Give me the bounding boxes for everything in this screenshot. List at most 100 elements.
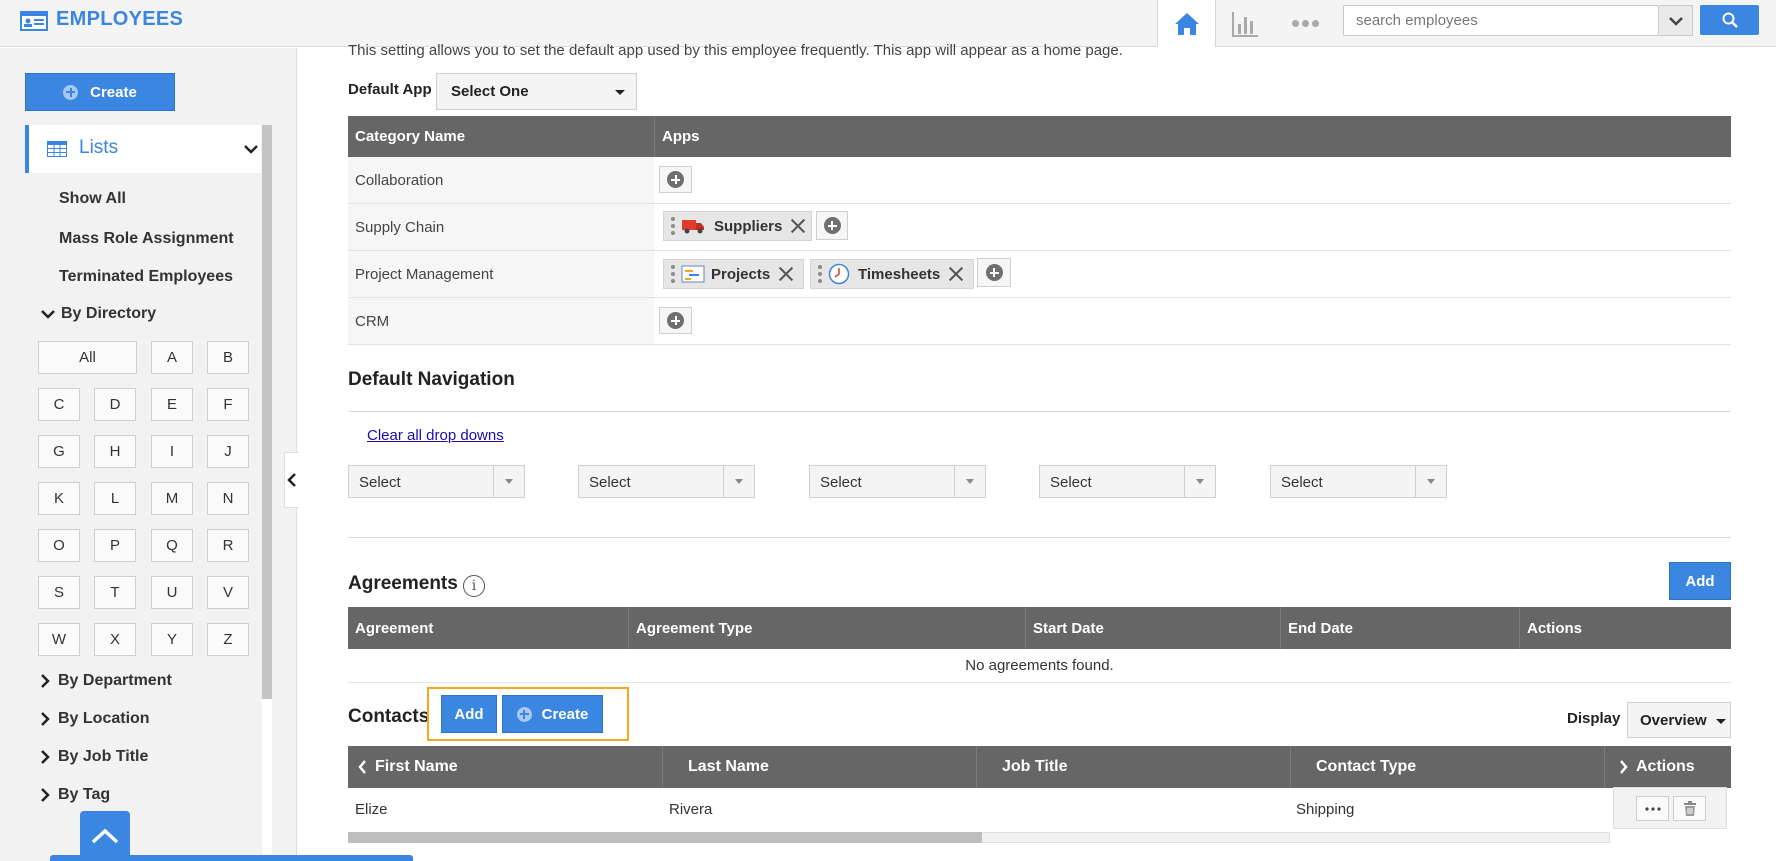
directory-letter-p[interactable]: P — [94, 529, 136, 562]
add-app-button[interactable] — [659, 307, 692, 334]
directory-letter-u[interactable]: U — [151, 576, 193, 609]
reports-button[interactable] — [1215, 0, 1275, 47]
app-chip-timesheets[interactable]: Timesheets — [810, 259, 974, 289]
more-button[interactable] — [1275, 0, 1335, 47]
sidebar-scrollbar[interactable] — [262, 125, 272, 699]
remove-icon[interactable] — [790, 218, 806, 234]
chevron-left-icon — [287, 473, 296, 487]
scroll-columns-right[interactable]: Actions — [1612, 746, 1695, 788]
app-chip-label: Projects — [711, 265, 771, 283]
more-actions-button[interactable] — [1636, 796, 1669, 821]
column-header-apps: Apps — [662, 128, 700, 145]
navigation-select-3[interactable]: Select — [809, 465, 986, 498]
select-value: Select — [1281, 474, 1323, 491]
chevron-left-icon — [358, 760, 366, 774]
category-name: CRM — [348, 298, 654, 344]
directory-letter-x[interactable]: X — [94, 623, 136, 656]
directory-letter-s[interactable]: S — [38, 576, 80, 609]
directory-letter-all[interactable]: All — [38, 341, 137, 374]
search-button[interactable] — [1700, 5, 1759, 35]
sidebar-link-mass-role-assignment[interactable]: Mass Role Assignment — [59, 230, 234, 248]
sidebar-link-terminated-employees[interactable]: Terminated Employees — [59, 268, 233, 286]
directory-letter-w[interactable]: W — [38, 623, 80, 656]
add-agreement-button[interactable]: Add — [1669, 562, 1731, 600]
clock-icon — [828, 263, 850, 285]
directory-letter-z[interactable]: Z — [207, 623, 249, 656]
display-mode-select[interactable]: Overview — [1627, 702, 1731, 738]
scroll-to-top-button[interactable] — [80, 811, 130, 861]
column-header-agreement-type: Agreement Type — [636, 619, 753, 637]
directory-letter-b[interactable]: B — [207, 341, 249, 374]
directory-letter-t[interactable]: T — [94, 576, 136, 609]
top-bar: EMPLOYEES — [0, 0, 1776, 47]
app-title[interactable]: EMPLOYEES — [56, 8, 183, 31]
app-chip-projects[interactable]: Projects — [663, 259, 804, 289]
directory-letter-o[interactable]: O — [38, 529, 80, 562]
navigation-select-5[interactable]: Select — [1270, 465, 1447, 498]
bottom-bar — [50, 855, 413, 861]
remove-icon[interactable] — [948, 266, 964, 282]
remove-icon[interactable] — [778, 266, 794, 282]
add-contact-button[interactable]: Add — [441, 695, 497, 733]
column-header-category-name: Category Name — [355, 128, 466, 145]
navigation-select-4[interactable]: Select — [1039, 465, 1216, 498]
by-directory-header[interactable]: By Directory — [41, 305, 156, 323]
app-chip-suppliers[interactable]: Suppliers — [663, 211, 812, 241]
directory-letter-c[interactable]: C — [38, 388, 80, 421]
column-header-actions: Actions — [1636, 758, 1695, 775]
agreements-title: Agreements — [348, 573, 458, 594]
scroll-columns-left[interactable]: First Name — [351, 746, 458, 788]
add-app-button[interactable] — [816, 211, 848, 240]
navigation-select-1[interactable]: Select — [348, 465, 525, 498]
default-app-select[interactable]: Select One — [436, 73, 637, 110]
directory-letter-h[interactable]: H — [94, 435, 136, 468]
collapse-sidebar-button[interactable] — [284, 452, 299, 508]
clear-all-dropdowns-link[interactable]: Clear all drop downs — [367, 427, 504, 444]
home-button[interactable] — [1158, 0, 1215, 47]
directory-letter-j[interactable]: J — [207, 435, 249, 468]
column-header-agreement: Agreement — [355, 619, 434, 637]
directory-letter-i[interactable]: I — [151, 435, 193, 468]
chevron-right-icon — [41, 788, 50, 802]
lists-section-header[interactable]: Lists — [25, 125, 261, 173]
table-row[interactable]: Elize Rivera Shipping — [348, 789, 1731, 831]
directory-letter-g[interactable]: G — [38, 435, 80, 468]
group-by-department[interactable]: By Department — [40, 672, 172, 690]
home-icon — [1174, 12, 1199, 35]
truck-icon — [682, 220, 704, 234]
default-navigation-title: Default Navigation — [348, 369, 515, 390]
directory-letter-k[interactable]: K — [38, 482, 80, 515]
group-label: By Location — [58, 710, 150, 727]
drag-handle-icon[interactable] — [671, 217, 675, 235]
delete-button[interactable] — [1673, 796, 1706, 821]
directory-letter-r[interactable]: R — [207, 529, 249, 562]
group-by-tag[interactable]: By Tag — [40, 786, 110, 804]
directory-letter-e[interactable]: E — [151, 388, 193, 421]
drag-handle-icon[interactable] — [671, 265, 675, 283]
search-options-dropdown[interactable] — [1659, 5, 1693, 36]
create-contact-button[interactable]: Create — [502, 695, 603, 733]
default-app-label: Default App — [348, 81, 432, 98]
info-icon[interactable]: i — [463, 575, 485, 597]
group-by-job-title[interactable]: By Job Title — [40, 748, 148, 766]
sidebar-link-show-all[interactable]: Show All — [59, 190, 126, 208]
navigation-select-2[interactable]: Select — [578, 465, 755, 498]
directory-letter-d[interactable]: D — [94, 388, 136, 421]
divider — [348, 537, 1731, 538]
search-input[interactable] — [1344, 6, 1660, 35]
directory-letter-a[interactable]: A — [151, 341, 193, 374]
directory-letter-n[interactable]: N — [207, 482, 249, 515]
directory-letter-v[interactable]: V — [207, 576, 249, 609]
directory-letter-l[interactable]: L — [94, 482, 136, 515]
group-by-location[interactable]: By Location — [40, 710, 150, 728]
directory-letter-q[interactable]: Q — [151, 529, 193, 562]
directory-letter-f[interactable]: F — [207, 388, 249, 421]
directory-letter-m[interactable]: M — [151, 482, 193, 515]
horizontal-scrollbar[interactable] — [348, 832, 982, 843]
directory-letter-y[interactable]: Y — [151, 623, 193, 656]
row-actions — [1613, 787, 1727, 829]
add-app-button[interactable] — [977, 258, 1011, 287]
create-employee-button[interactable]: Create — [25, 73, 175, 111]
add-app-button[interactable] — [659, 166, 692, 193]
drag-handle-icon[interactable] — [818, 265, 822, 283]
